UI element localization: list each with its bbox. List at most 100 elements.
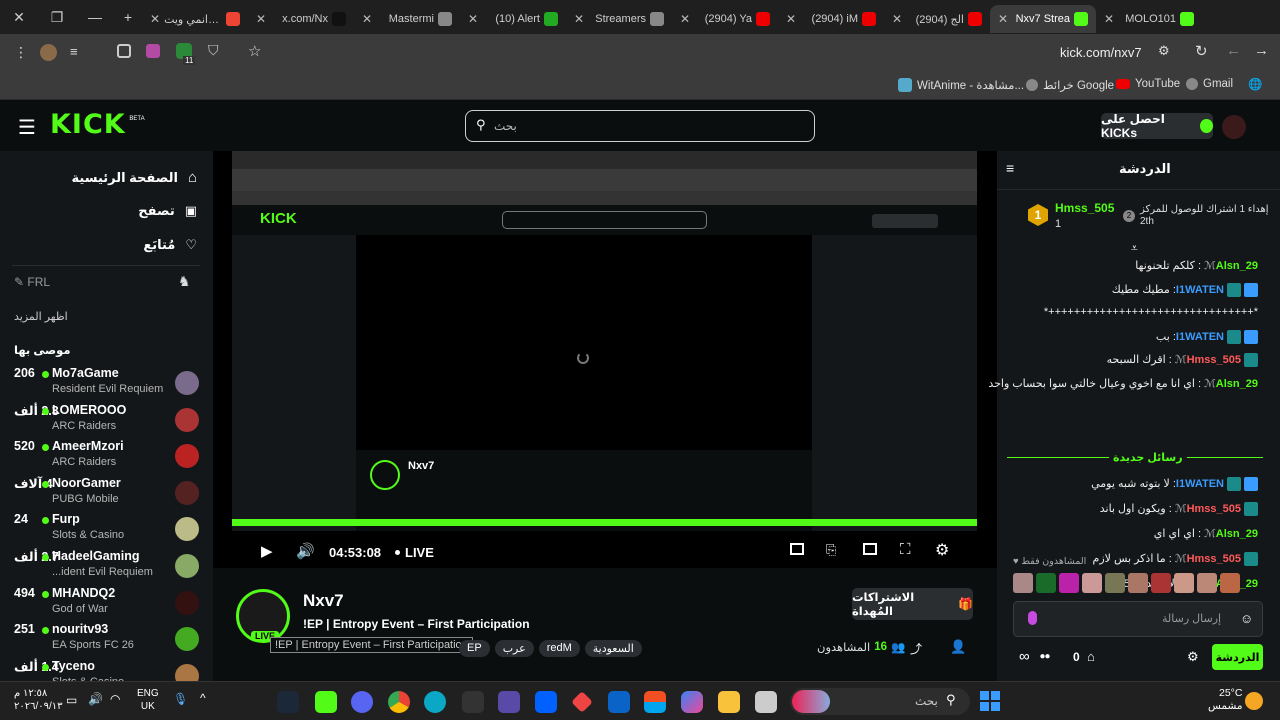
- microphone-icon[interactable]: [1028, 611, 1037, 625]
- bookmark-gmail[interactable]: Gmail: [1186, 78, 1233, 90]
- tag-redm[interactable]: redM: [538, 640, 580, 657]
- chat-message[interactable]: I1WATEN: بب: [1156, 329, 1258, 344]
- chat-send-button[interactable]: الدردشة: [1212, 644, 1263, 670]
- avatar[interactable]: [1105, 573, 1125, 593]
- close-tab-icon[interactable]: ✕: [256, 12, 266, 26]
- profile-avatar[interactable]: [40, 44, 57, 61]
- restore-window-icon[interactable]: ❐: [38, 0, 76, 34]
- chat-message[interactable]: ℳHmss_505: اقرك السبحه: [1107, 353, 1258, 368]
- share-icon[interactable]: ⤴: [910, 640, 922, 657]
- chat-settings-icon[interactable]: ⚙: [1187, 649, 1199, 665]
- close-tab-icon[interactable]: ✕: [786, 12, 796, 26]
- sidebar-channel[interactable]: 520 AmeerMzori ARC Raiders: [0, 438, 213, 474]
- store-icon[interactable]: [644, 691, 666, 713]
- chat-input[interactable]: ☺ إرسال رسالة: [1013, 601, 1263, 637]
- start-button[interactable]: [980, 691, 1000, 711]
- hamburger-menu-icon[interactable]: ☰: [18, 115, 36, 140]
- bookmark-star-icon[interactable]: ☆: [248, 42, 261, 60]
- clip-icon[interactable]: ⎘: [826, 542, 836, 558]
- menu-kebab-icon[interactable]: ⋮: [14, 44, 28, 61]
- app4-icon[interactable]: [755, 691, 777, 713]
- tray-overflow-icon[interactable]: ^: [200, 691, 206, 705]
- close-window-icon[interactable]: ✕: [0, 0, 38, 34]
- bookmark-witanime[interactable]: WitAnime - مشاهدة...: [898, 78, 1024, 92]
- dropbox-icon[interactable]: [535, 691, 557, 713]
- reading-list-icon[interactable]: ≡: [70, 44, 78, 59]
- chat-message[interactable]: *++++++++++++++++++++++++++++++++*: [1044, 306, 1258, 318]
- nav-home[interactable]: الصفحة الرئيسية ⌂: [72, 169, 197, 186]
- avatar[interactable]: [1013, 573, 1033, 593]
- chat-message[interactable]: I1WATEN: لا بتوته شبه يومي: [1091, 477, 1258, 492]
- back-icon[interactable]: →: [1254, 42, 1269, 59]
- sidebar-channel[interactable]: 24 Furp Slots & Casino: [0, 511, 213, 547]
- kick-logo[interactable]: KICK BETA: [50, 109, 145, 140]
- minimize-window-icon[interactable]: —: [76, 0, 114, 34]
- close-tab-icon[interactable]: ✕: [998, 12, 1008, 26]
- video-player[interactable]: KICK Nxv7 ▶ 🔊 04:53:08 LIVE ⎘ ⛶ ⚙: [213, 151, 997, 568]
- close-tab-icon[interactable]: ✕: [680, 12, 690, 26]
- app2-icon[interactable]: [498, 691, 520, 713]
- collapse-chat-icon[interactable]: ≡: [1006, 160, 1014, 176]
- nav-browse[interactable]: تصفح ▣: [138, 203, 197, 219]
- browser-tab[interactable]: ✕ (10) Alert: [460, 5, 566, 33]
- mic-tray-icon[interactable]: 🎙: [173, 692, 188, 706]
- close-tab-icon[interactable]: ✕: [150, 12, 160, 26]
- chat-username[interactable]: Alsn_29: [1216, 528, 1258, 540]
- fullscreen-icon[interactable]: ⛶: [900, 541, 911, 558]
- chat-username[interactable]: I1WATEN: [1176, 478, 1224, 490]
- player-live-label[interactable]: LIVE: [405, 545, 434, 560]
- chat-username[interactable]: Hmss_505: [1187, 354, 1241, 366]
- chat-message[interactable]: ℳAlsn_29: اي اي اي: [1154, 527, 1258, 540]
- chat-message[interactable]: ℳAlsn_29: كلكم تلحنونها: [1135, 259, 1258, 272]
- chat-message[interactable]: ℳHmss_505: ما اذكر بس لازم: [1093, 552, 1258, 567]
- user-avatar[interactable]: [1222, 115, 1246, 139]
- avatar[interactable]: [1059, 573, 1079, 593]
- nav-following[interactable]: مُتابَع ♡: [143, 237, 197, 253]
- steam-icon[interactable]: [277, 691, 299, 713]
- discord-icon[interactable]: [351, 691, 373, 713]
- forward-icon[interactable]: ←: [1226, 42, 1241, 59]
- epic-games-icon[interactable]: [462, 691, 484, 713]
- copilot-icon[interactable]: [681, 691, 703, 713]
- app3-icon[interactable]: [571, 691, 593, 713]
- edge-icon[interactable]: [424, 691, 446, 713]
- chat-message[interactable]: ℳAlsn_29: اي انا مع اخوي وعيال خالتي سوا…: [988, 377, 1258, 390]
- play-icon[interactable]: ▶: [261, 542, 273, 560]
- bookmark-youtube[interactable]: YouTube: [1116, 78, 1180, 90]
- app-icon[interactable]: [315, 691, 337, 713]
- show-more-link[interactable]: اظهر المزيد: [14, 310, 68, 323]
- pip-icon[interactable]: [790, 543, 804, 555]
- chat-message[interactable]: I1WATEN: مطيك مطيك: [1112, 282, 1258, 297]
- extension-app-icon[interactable]: [146, 44, 160, 58]
- close-tab-icon[interactable]: ✕: [468, 12, 478, 26]
- browser-tab[interactable]: ✕ MOLO101: [1096, 5, 1202, 33]
- tag-saudi[interactable]: السعودية: [584, 640, 642, 657]
- follow-user-icon[interactable]: 👤: [950, 639, 966, 655]
- avatar[interactable]: [1151, 573, 1171, 593]
- url-field[interactable]: kick.com/nxv7: [1060, 45, 1142, 60]
- browser-tab[interactable]: ✕ Nxv7 Strea: [990, 5, 1096, 33]
- sidebar-channel[interactable]: 4 آلاف NoorGamer PUBG Mobile: [0, 475, 213, 511]
- avatar[interactable]: [1197, 573, 1217, 593]
- all-bookmarks-icon[interactable]: 🌐: [1248, 77, 1262, 91]
- taskbar-search[interactable]: بحث ⚲: [790, 688, 970, 715]
- sidebar-channel[interactable]: 494 MHANDQ2 God of War: [0, 585, 213, 621]
- avatar[interactable]: [1220, 573, 1240, 593]
- chat-message[interactable]: ℳHmss_505: ويكون اول باند: [1100, 502, 1258, 517]
- theater-mode-icon[interactable]: [863, 543, 877, 555]
- bookmark-google-maps[interactable]: خرائط Google: [1026, 78, 1114, 92]
- get-kicks-button[interactable]: احصل على KICKs: [1101, 112, 1213, 140]
- browser-tab[interactable]: ✕ (2904) Ya: [672, 5, 778, 33]
- avatar[interactable]: [1082, 573, 1102, 593]
- extensions-icon[interactable]: [117, 44, 131, 58]
- shield-icon[interactable]: ⛉: [208, 42, 219, 59]
- clock[interactable]: ١٢:٥٨ م ٢٠٢٦/٠٩/١٣: [14, 687, 63, 713]
- sidebar-channel[interactable]: 2.7 ألف HadeelGaming ...ident Evil Requi…: [0, 548, 213, 584]
- store-icon[interactable]: ⌂: [1087, 649, 1095, 664]
- streamer-name[interactable]: Nxv7: [303, 591, 344, 611]
- outlook-icon[interactable]: [608, 691, 630, 713]
- browser-tab[interactable]: ✕ Mastermi: [354, 5, 460, 33]
- sidebar-channel[interactable]: 206 Mo7aGame Resident Evil Requiem: [0, 365, 213, 401]
- close-tab-icon[interactable]: ✕: [574, 12, 584, 26]
- tag-arab[interactable]: عرب: [494, 640, 534, 657]
